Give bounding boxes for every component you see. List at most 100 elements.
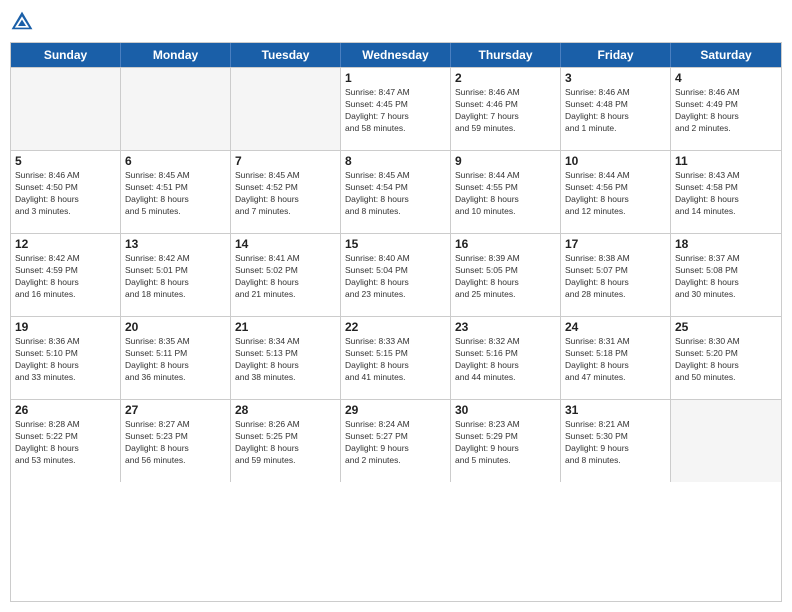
day-number: 6 (125, 154, 226, 168)
day-cell-29: 29 Sunrise: 8:24 AM Sunset: 5:27 PM Dayli… (341, 400, 451, 482)
cell-content: Sunrise: 8:43 AM Sunset: 4:58 PM Dayligh… (675, 170, 777, 218)
day-number: 23 (455, 320, 556, 334)
day-number: 14 (235, 237, 336, 251)
day-number: 3 (565, 71, 666, 85)
day-cell-5: 5Sunrise: 8:46 AM Sunset: 4:50 PM Daylig… (11, 151, 121, 233)
calendar-header: SundayMondayTuesdayWednesdayThursdayFrid… (11, 43, 781, 67)
day-cell-14: 14 Sunrise: 8:41 AM Sunset: 5:02 PM Dayli… (231, 234, 341, 316)
day-number: 19 (15, 320, 116, 334)
header-day-saturday: Saturday (671, 43, 781, 67)
day-cell-2: 2 Sunrise: 8:46 AM Sunset: 4:46 PM Daylig… (451, 68, 561, 150)
cell-content: Sunrise: 8:36 AM Sunset: 5:10 PM Dayligh… (15, 336, 116, 384)
day-cell-27: 27 Sunrise: 8:27 AM Sunset: 5:23 PM Dayli… (121, 400, 231, 482)
day-number: 22 (345, 320, 446, 334)
day-number: 9 (455, 154, 556, 168)
day-cell-31: 31 Sunrise: 8:21 AM Sunset: 5:30 PM Dayli… (561, 400, 671, 482)
day-cell-20: 20Sunrise: 8:35 AM Sunset: 5:11 PM Dayli… (121, 317, 231, 399)
empty-cell (121, 68, 231, 150)
day-number: 20 (125, 320, 226, 334)
day-number: 31 (565, 403, 666, 417)
day-cell-16: 16 Sunrise: 8:39 AM Sunset: 5:05 PM Dayli… (451, 234, 561, 316)
day-number: 29 (345, 403, 446, 417)
cell-content: Sunrise: 8:30 AM Sunset: 5:20 PM Dayligh… (675, 336, 777, 384)
day-number: 25 (675, 320, 777, 334)
header (10, 10, 782, 34)
cell-content: Sunrise: 8:32 AM Sunset: 5:16 PM Dayligh… (455, 336, 556, 384)
day-cell-21: 21 Sunrise: 8:34 AM Sunset: 5:13 PM Dayli… (231, 317, 341, 399)
day-cell-8: 8 Sunrise: 8:45 AM Sunset: 4:54 PM Daylig… (341, 151, 451, 233)
week-row-2: 5Sunrise: 8:46 AM Sunset: 4:50 PM Daylig… (11, 150, 781, 233)
cell-content: Sunrise: 8:31 AM Sunset: 5:18 PM Dayligh… (565, 336, 666, 384)
week-row-5: 26 Sunrise: 8:28 AM Sunset: 5:22 PM Dayli… (11, 399, 781, 482)
week-row-1: 1Sunrise: 8:47 AM Sunset: 4:45 PM Daylig… (11, 67, 781, 150)
day-cell-30: 30 Sunrise: 8:23 AM Sunset: 5:29 PM Dayli… (451, 400, 561, 482)
cell-content: Sunrise: 8:34 AM Sunset: 5:13 PM Dayligh… (235, 336, 336, 384)
cell-content: Sunrise: 8:45 AM Sunset: 4:51 PM Dayligh… (125, 170, 226, 218)
day-cell-15: 15Sunrise: 8:40 AM Sunset: 5:04 PM Dayli… (341, 234, 451, 316)
cell-content: Sunrise: 8:28 AM Sunset: 5:22 PM Dayligh… (15, 419, 116, 467)
day-number: 28 (235, 403, 336, 417)
day-cell-13: 13 Sunrise: 8:42 AM Sunset: 5:01 PM Dayli… (121, 234, 231, 316)
header-day-friday: Friday (561, 43, 671, 67)
day-number: 2 (455, 71, 556, 85)
day-cell-6: 6 Sunrise: 8:45 AM Sunset: 4:51 PM Daylig… (121, 151, 231, 233)
cell-content: Sunrise: 8:39 AM Sunset: 5:05 PM Dayligh… (455, 253, 556, 301)
cell-content: Sunrise: 8:46 AM Sunset: 4:49 PM Dayligh… (675, 87, 777, 135)
cell-content: Sunrise: 8:21 AM Sunset: 5:30 PM Dayligh… (565, 419, 666, 467)
day-number: 18 (675, 237, 777, 251)
cell-content: Sunrise: 8:24 AM Sunset: 5:27 PM Dayligh… (345, 419, 446, 467)
day-cell-7: 7 Sunrise: 8:45 AM Sunset: 4:52 PM Daylig… (231, 151, 341, 233)
calendar: SundayMondayTuesdayWednesdayThursdayFrid… (10, 42, 782, 602)
header-day-wednesday: Wednesday (341, 43, 451, 67)
day-number: 26 (15, 403, 116, 417)
day-number: 1 (345, 71, 446, 85)
cell-content: Sunrise: 8:41 AM Sunset: 5:02 PM Dayligh… (235, 253, 336, 301)
day-cell-19: 19 Sunrise: 8:36 AM Sunset: 5:10 PM Dayli… (11, 317, 121, 399)
day-number: 21 (235, 320, 336, 334)
day-cell-9: 9 Sunrise: 8:44 AM Sunset: 4:55 PM Daylig… (451, 151, 561, 233)
cell-content: Sunrise: 8:44 AM Sunset: 4:55 PM Dayligh… (455, 170, 556, 218)
header-day-thursday: Thursday (451, 43, 561, 67)
empty-cell (11, 68, 121, 150)
day-number: 12 (15, 237, 116, 251)
header-day-monday: Monday (121, 43, 231, 67)
cell-content: Sunrise: 8:23 AM Sunset: 5:29 PM Dayligh… (455, 419, 556, 467)
calendar-body: 1Sunrise: 8:47 AM Sunset: 4:45 PM Daylig… (11, 67, 781, 482)
cell-content: Sunrise: 8:33 AM Sunset: 5:15 PM Dayligh… (345, 336, 446, 384)
cell-content: Sunrise: 8:46 AM Sunset: 4:46 PM Dayligh… (455, 87, 556, 135)
cell-content: Sunrise: 8:45 AM Sunset: 4:54 PM Dayligh… (345, 170, 446, 218)
day-cell-1: 1Sunrise: 8:47 AM Sunset: 4:45 PM Daylig… (341, 68, 451, 150)
day-number: 13 (125, 237, 226, 251)
day-cell-3: 3 Sunrise: 8:46 AM Sunset: 4:48 PM Daylig… (561, 68, 671, 150)
cell-content: Sunrise: 8:42 AM Sunset: 5:01 PM Dayligh… (125, 253, 226, 301)
day-cell-25: 25 Sunrise: 8:30 AM Sunset: 5:20 PM Dayli… (671, 317, 781, 399)
day-cell-10: 10Sunrise: 8:44 AM Sunset: 4:56 PM Dayli… (561, 151, 671, 233)
empty-cell (231, 68, 341, 150)
day-number: 27 (125, 403, 226, 417)
day-number: 17 (565, 237, 666, 251)
cell-content: Sunrise: 8:44 AM Sunset: 4:56 PM Dayligh… (565, 170, 666, 218)
day-cell-24: 24 Sunrise: 8:31 AM Sunset: 5:18 PM Dayli… (561, 317, 671, 399)
cell-content: Sunrise: 8:46 AM Sunset: 4:50 PM Dayligh… (15, 170, 116, 218)
day-number: 4 (675, 71, 777, 85)
day-number: 11 (675, 154, 777, 168)
day-cell-11: 11 Sunrise: 8:43 AM Sunset: 4:58 PM Dayli… (671, 151, 781, 233)
header-day-sunday: Sunday (11, 43, 121, 67)
day-number: 7 (235, 154, 336, 168)
cell-content: Sunrise: 8:27 AM Sunset: 5:23 PM Dayligh… (125, 419, 226, 467)
cell-content: Sunrise: 8:37 AM Sunset: 5:08 PM Dayligh… (675, 253, 777, 301)
empty-cell (671, 400, 781, 482)
day-cell-4: 4 Sunrise: 8:46 AM Sunset: 4:49 PM Daylig… (671, 68, 781, 150)
day-number: 24 (565, 320, 666, 334)
day-cell-28: 28 Sunrise: 8:26 AM Sunset: 5:25 PM Dayli… (231, 400, 341, 482)
day-number: 30 (455, 403, 556, 417)
cell-content: Sunrise: 8:45 AM Sunset: 4:52 PM Dayligh… (235, 170, 336, 218)
week-row-4: 19 Sunrise: 8:36 AM Sunset: 5:10 PM Dayli… (11, 316, 781, 399)
cell-content: Sunrise: 8:46 AM Sunset: 4:48 PM Dayligh… (565, 87, 666, 135)
day-number: 8 (345, 154, 446, 168)
page: SundayMondayTuesdayWednesdayThursdayFrid… (0, 0, 792, 612)
cell-content: Sunrise: 8:26 AM Sunset: 5:25 PM Dayligh… (235, 419, 336, 467)
day-number: 16 (455, 237, 556, 251)
day-cell-23: 23 Sunrise: 8:32 AM Sunset: 5:16 PM Dayli… (451, 317, 561, 399)
week-row-3: 12Sunrise: 8:42 AM Sunset: 4:59 PM Dayli… (11, 233, 781, 316)
